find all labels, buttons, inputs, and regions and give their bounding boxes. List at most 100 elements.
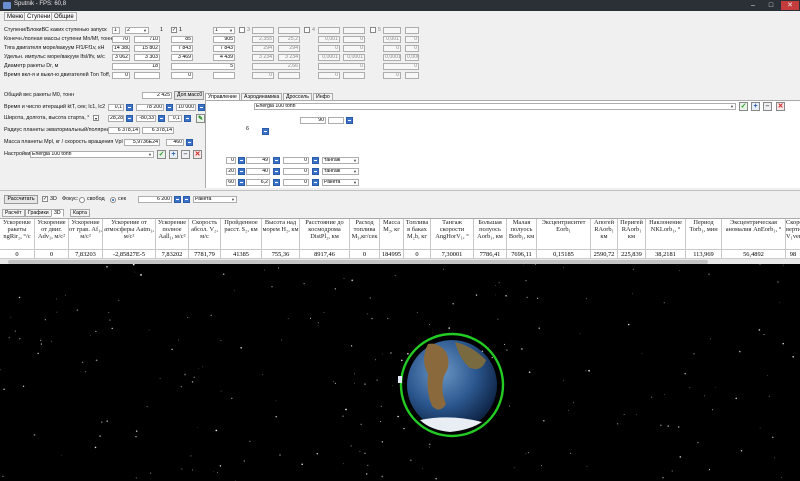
ton-s2[interactable]: 0 — [171, 72, 193, 79]
thrust-s1-sea[interactable]: 14 380 — [112, 45, 130, 52]
pitch-row3-a[interactable]: 60 — [226, 179, 236, 186]
menu-item-general[interactable]: Общие — [51, 12, 77, 21]
focus-target-combo[interactable]: Ракета ▼ — [193, 196, 237, 203]
time-spin-2[interactable] — [183, 196, 190, 203]
stage-4-checkbox[interactable] — [304, 27, 310, 33]
focus-free-radio[interactable] — [79, 197, 85, 203]
pitch-row3-c[interactable]: 0 — [283, 179, 309, 186]
settings-combo[interactable]: Energia 100 tonn ▼ — [30, 151, 154, 158]
delete-x-icon[interactable]: ✕ — [193, 150, 202, 159]
iter-step-spin[interactable] — [126, 104, 133, 111]
pitch-row2-a[interactable]: 20 — [226, 168, 236, 175]
thrust-s1-vac[interactable]: 15 802 — [134, 45, 160, 52]
calculate-button[interactable]: Рассчитать — [4, 195, 38, 204]
tab-graphs[interactable]: Графики — [25, 209, 52, 217]
rotation-speed-spin[interactable] — [186, 139, 193, 146]
preset-delete-icon[interactable]: ✕ — [776, 102, 785, 111]
stage-1-combo[interactable]: 1 ▼ — [213, 27, 235, 34]
angle-aux-field[interactable] — [328, 117, 344, 124]
edit-pencil-icon[interactable]: ✎ — [196, 114, 205, 123]
iter-count2-spin[interactable] — [198, 104, 205, 111]
value-6-spin[interactable] — [262, 128, 269, 135]
pitch-row2-b[interactable]: 40 — [246, 168, 270, 175]
remove-minus-icon[interactable]: – — [181, 150, 190, 159]
pitch-row1-a[interactable]: 0 — [226, 157, 236, 164]
latitude-spin[interactable] — [126, 115, 133, 122]
pitch-row3-a-spin[interactable] — [238, 179, 245, 186]
impulse-s2-sea[interactable]: 3 469 — [171, 54, 193, 61]
planet-mass[interactable]: 5,9736E24 — [124, 139, 160, 146]
pitch-row1-c[interactable]: 0 — [283, 157, 309, 164]
mass-s2-final[interactable]: 85 — [171, 36, 193, 43]
mass-s2-full[interactable]: 905 — [213, 36, 235, 43]
impulse-s2-vac[interactable]: 4 439 — [213, 54, 235, 61]
latitude-field[interactable]: 28,28 — [108, 115, 124, 122]
pitch-row2-c-spin[interactable] — [312, 168, 319, 175]
diameter-s2[interactable]: 5 — [171, 63, 235, 70]
ton-s1[interactable]: 0 — [112, 72, 130, 79]
iter-count1[interactable]: 78 200 — [136, 104, 164, 111]
iter-step[interactable]: 0,1 — [108, 104, 124, 111]
angle-90-spin[interactable] — [346, 117, 353, 124]
add-plus-icon[interactable]: + — [169, 150, 178, 159]
pitch-row1-mode[interactable]: тангаж ▼ — [322, 157, 359, 164]
iter-count2[interactable]: 10 000 — [176, 104, 196, 111]
launch-site-arrow[interactable]: ▾ — [93, 115, 99, 121]
preset-remove-icon[interactable]: – — [763, 102, 772, 111]
pitch-row1-b-spin[interactable] — [273, 157, 280, 164]
close-button[interactable]: ✕ — [781, 1, 799, 10]
3d-view[interactable] — [0, 264, 800, 481]
pitch-row3-b[interactable]: 6,2 — [246, 179, 270, 186]
pitch-row2-a-spin[interactable] — [238, 168, 245, 175]
preset-add-icon[interactable]: + — [751, 102, 760, 111]
pitch-row1-a-spin[interactable] — [238, 157, 245, 164]
stage-5-checkbox[interactable] — [370, 27, 376, 33]
mass-s1-final[interactable]: 70 — [112, 36, 130, 43]
preset-check-icon[interactable]: ✓ — [739, 102, 748, 111]
pitch-row1-c-spin[interactable] — [312, 157, 319, 164]
tab-calculation[interactable]: Расчёт — [2, 209, 25, 217]
thrust-s2-vac[interactable]: 7 843 — [213, 45, 235, 52]
minimize-button[interactable]: – — [744, 1, 762, 10]
pitch-row2-mode[interactable]: тангаж ▼ — [322, 168, 359, 175]
pitch-row3-b-spin[interactable] — [273, 179, 280, 186]
time-field[interactable]: 6 200 — [138, 196, 172, 203]
radius-pol[interactable]: 6 378,14 — [142, 127, 174, 134]
longitude-field[interactable]: -80,33 — [136, 115, 156, 122]
pitch-row2-b-spin[interactable] — [273, 168, 280, 175]
preset-combo[interactable]: Energia 100 tonn ▼ — [254, 103, 736, 110]
impulse-s1-sea[interactable]: 3 062 — [112, 54, 130, 61]
mass-s1-full[interactable]: 710 — [134, 36, 160, 43]
stage-3-checkbox[interactable] — [239, 27, 245, 33]
altitude-spin[interactable] — [184, 115, 191, 122]
apply-check-icon[interactable]: ✓ — [157, 150, 166, 159]
pitch-row3-c-spin[interactable] — [312, 179, 319, 186]
pitch-row1-b[interactable]: 49 — [246, 157, 270, 164]
menu-item-stages[interactable]: Ступени — [24, 12, 54, 21]
longitude-spin[interactable] — [158, 115, 165, 122]
menu-item-menu[interactable]: Меню — [4, 12, 27, 21]
pitch-row3-mode[interactable]: Ракета ▼ — [322, 179, 359, 186]
toff-s2[interactable] — [213, 72, 235, 79]
tab-3d[interactable]: 3D — [51, 209, 64, 217]
radius-eq[interactable]: 6 378,14 — [108, 127, 140, 134]
stage-count-field[interactable]: 1 — [112, 27, 120, 34]
time-spin[interactable] — [174, 196, 181, 203]
thrust-s2-sea[interactable]: 7 843 — [171, 45, 193, 52]
stage-count-combo[interactable]: 2 ▼ — [125, 27, 149, 34]
tab-map[interactable]: Карта — [70, 209, 90, 217]
3d-checkbox[interactable]: ✓ — [42, 196, 48, 202]
angle-90-field[interactable]: 90 — [300, 117, 326, 124]
maximize-button[interactable]: □ — [762, 1, 780, 10]
impulse-s1-vac[interactable]: 3 303 — [134, 54, 160, 61]
pitch-row2-c[interactable]: 0 — [283, 168, 309, 175]
diameter-s1[interactable]: 18 — [112, 63, 160, 70]
altitude-field[interactable]: 0,1 — [168, 115, 182, 122]
extra-mass-button[interactable]: Доп.масс0 — [174, 91, 204, 100]
stage-1-checkbox[interactable]: ✓ — [171, 27, 177, 33]
app-icon — [3, 2, 11, 9]
focus-sec-radio[interactable] — [110, 197, 116, 203]
toff-s1[interactable] — [134, 72, 160, 79]
rotation-speed[interactable]: 460 — [166, 139, 184, 146]
iter-count1-spin[interactable] — [166, 104, 173, 111]
